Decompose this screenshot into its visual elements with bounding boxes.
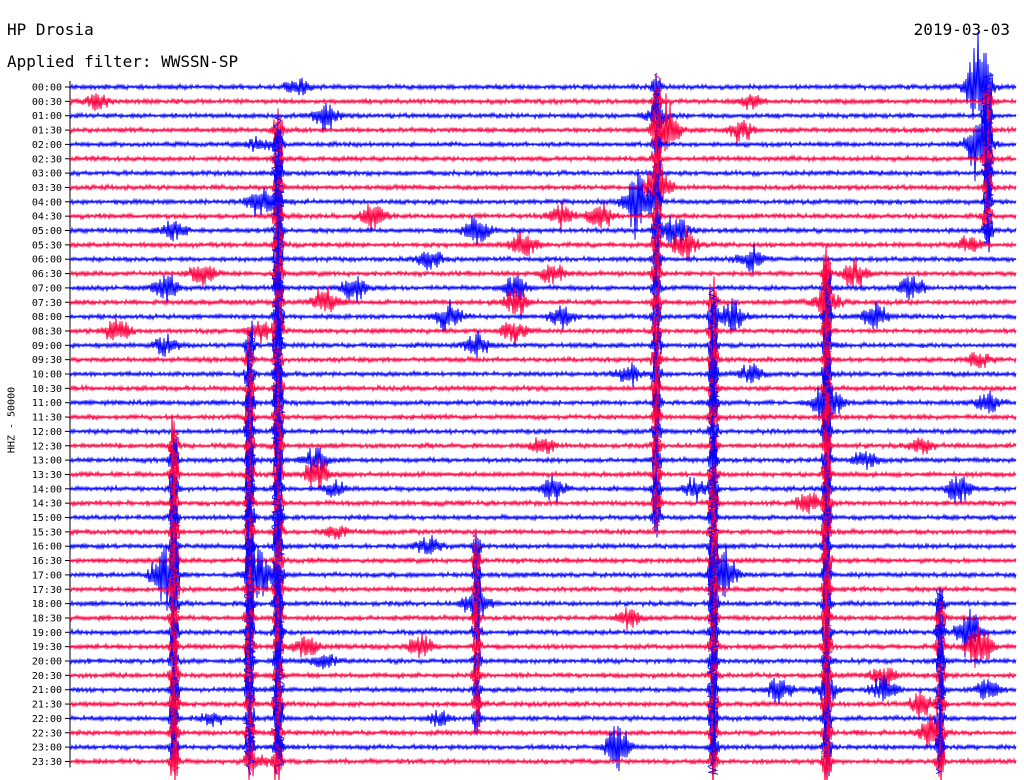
time-tick-label: 07:30 [32,298,62,309]
time-tick-label: 16:00 [32,542,62,553]
time-tick-label: 06:00 [32,255,62,266]
time-tick-label: 06:30 [32,269,62,280]
trace-row-0830 [69,298,1017,362]
trace-row-0930 [69,326,1017,390]
time-tick-label: 09:00 [32,341,62,352]
time-tick-label: 07:00 [32,283,62,294]
time-tick-label: 19:30 [32,642,62,653]
time-tick-label: 11:30 [32,413,62,424]
trace-row-2300 [69,717,1017,777]
time-tick-label: 03:30 [32,183,62,194]
trace-row-0000 [69,31,1017,125]
time-tick-label: 02:30 [32,154,62,165]
time-tick-label: 00:30 [32,97,62,108]
time-tick-label: 12:30 [32,441,62,452]
time-tick-label: 23:30 [32,757,62,768]
time-tick-label: 05:00 [32,226,62,237]
time-tick-label: 22:00 [32,714,62,725]
trace-row-0730 [69,271,1017,348]
time-tick-label: 02:00 [32,140,62,151]
time-tick-label: 17:00 [32,570,62,581]
trace-row-0800 [69,283,1017,344]
time-tick-label: 01:00 [32,111,62,122]
time-tick-label: 03:00 [32,169,62,180]
time-tick-label: 04:00 [32,197,62,208]
time-tick-label: 20:30 [32,671,62,682]
trace-row-1230 [69,414,1017,480]
trace-row-1700 [69,541,1017,627]
time-tick-labels: 00:00 00:30 01:00 01:30 02:00 02:30 03:00 03:30… [32,81,71,768]
time-tick-label: 09:30 [32,355,62,366]
time-tick-label: 11:00 [32,398,62,409]
time-tick-label: 10:00 [32,370,62,381]
trace-row-1430 [69,476,1017,532]
time-tick-label: 21:30 [32,700,62,711]
trace-row-1030 [69,358,1017,416]
time-tick-label: 05:30 [32,240,62,251]
seismogram-plot: 00:00 00:30 01:00 01:30 02:00 02:30 03:00 03:30… [32,31,1017,780]
time-tick-label: 15:00 [32,513,62,524]
trace-row-2000 [69,628,1017,690]
trace-row-2100 [69,659,1017,719]
time-tick-label: 22:30 [32,728,62,739]
time-tick-label: 14:30 [32,499,62,510]
time-tick-label: 18:00 [32,599,62,610]
trace-row-2330 [69,735,1017,780]
seismogram-traces [69,31,1017,780]
time-tick-label: 12:00 [32,427,62,438]
trace-row-1900 [69,600,1017,661]
time-tick-label: 19:00 [32,628,62,639]
time-tick-label: 18:30 [32,613,62,624]
time-tick-label: 16:30 [32,556,62,567]
time-tick-label: 00:00 [32,83,62,94]
trace-row-2130 [69,672,1017,738]
time-tick-label: 15:30 [32,527,62,538]
time-tick-label: 21:00 [32,685,62,696]
time-tick-label: 17:30 [32,585,62,596]
time-tick-label: 04:30 [32,212,62,223]
time-tick-label: 10:30 [32,384,62,395]
time-tick-label: 01:30 [32,126,62,137]
time-tick-label: 08:00 [32,312,62,323]
time-tick-label: 20:00 [32,657,62,668]
time-tick-label: 13:30 [32,470,62,481]
trace-row-2030 [69,645,1017,705]
time-tick-label: 14:00 [32,484,62,495]
trace-row-0330 [69,160,1017,212]
time-tick-label: 08:30 [32,326,62,337]
time-tick-label: 13:00 [32,456,62,467]
trace-row-1830 [69,589,1017,648]
time-tick-label: 23:00 [32,743,62,754]
